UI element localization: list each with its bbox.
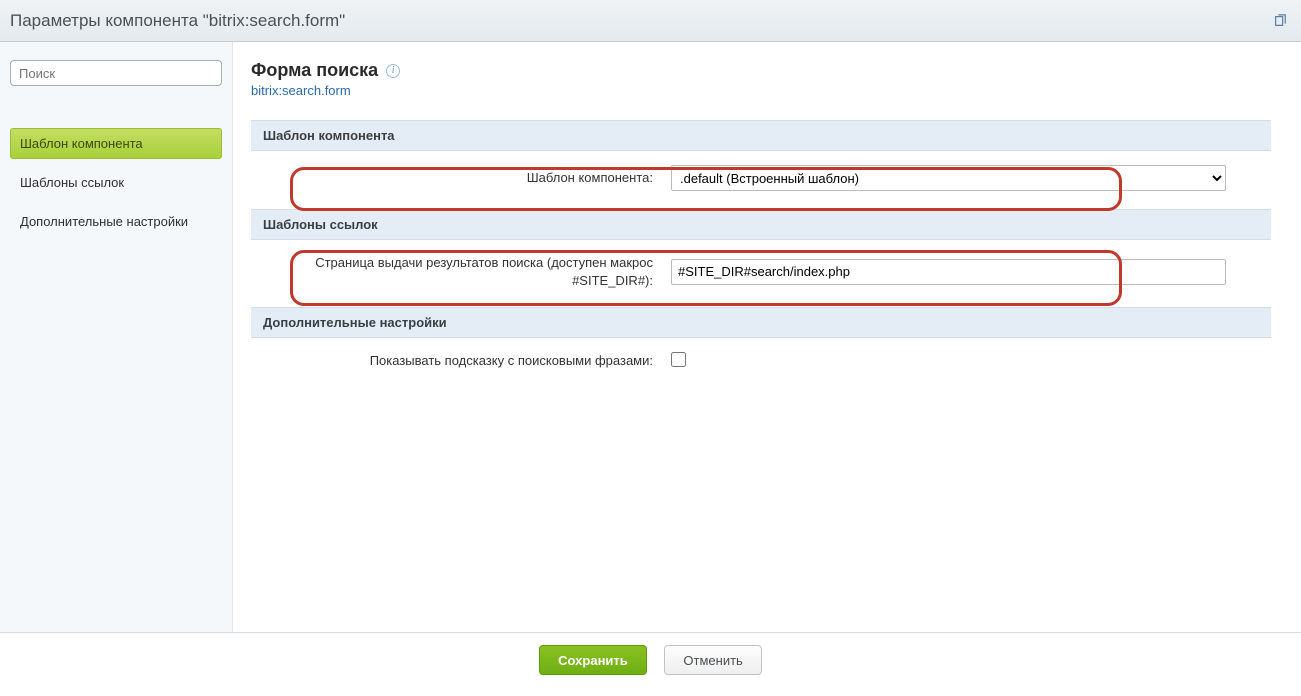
field-label-template: Шаблон компонента:: [263, 169, 653, 187]
footer: Сохранить Отменить: [0, 632, 1301, 687]
field-row-show-hint: Показывать подсказку с поисковыми фразам…: [263, 352, 1259, 370]
info-icon[interactable]: i: [386, 64, 400, 78]
sidebar: Шаблон компонента Шаблоны ссылок Дополни…: [0, 42, 233, 632]
section-heading-link-templates: Шаблоны ссылок: [251, 209, 1271, 240]
section-heading-template: Шаблон компонента: [251, 120, 1271, 151]
page-title: Форма поиска: [251, 60, 378, 81]
sidebar-item-link-templates[interactable]: Шаблоны ссылок: [10, 167, 222, 198]
field-row-results-page: Страница выдачи результатов поиска (дост…: [263, 254, 1259, 289]
show-hint-checkbox[interactable]: [671, 352, 686, 367]
results-page-input[interactable]: [671, 259, 1226, 285]
cancel-button[interactable]: Отменить: [664, 645, 761, 675]
sidebar-item-extra-settings[interactable]: Дополнительные настройки: [10, 206, 222, 237]
component-code: bitrix:search.form: [251, 83, 1271, 98]
main-panel: Форма поиска i bitrix:search.form Шаблон…: [233, 42, 1301, 632]
field-label-show-hint: Показывать подсказку с поисковыми фразам…: [263, 352, 653, 370]
field-label-results-page: Страница выдачи результатов поиска (дост…: [263, 254, 653, 289]
section-heading-extra: Дополнительные настройки: [251, 307, 1271, 338]
sidebar-search-input[interactable]: [10, 60, 222, 86]
copy-icon[interactable]: [1273, 14, 1287, 28]
window-title: Параметры компонента "bitrix:search.form…: [10, 11, 345, 31]
title-bar: Параметры компонента "bitrix:search.form…: [0, 0, 1301, 42]
sidebar-nav: Шаблон компонента Шаблоны ссылок Дополни…: [10, 128, 222, 237]
field-row-template: Шаблон компонента: .default (Встроенный …: [263, 165, 1259, 191]
template-select[interactable]: .default (Встроенный шаблон): [671, 165, 1226, 191]
save-button[interactable]: Сохранить: [539, 645, 647, 675]
sidebar-item-template[interactable]: Шаблон компонента: [10, 128, 222, 159]
